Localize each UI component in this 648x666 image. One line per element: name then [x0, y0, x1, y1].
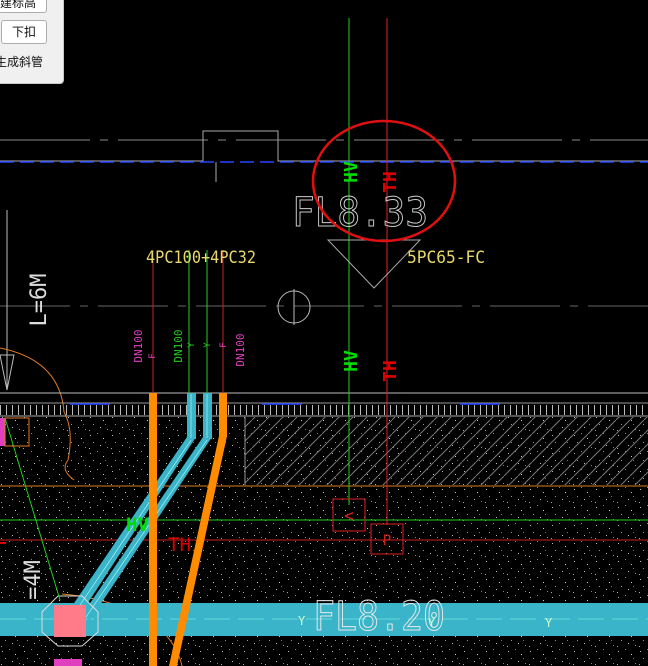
length-label-lower: =4M [21, 560, 46, 600]
pipe-subtag-3: Y [203, 342, 213, 348]
th-riser-box-symbol: P [383, 533, 391, 549]
set-elevation-button[interactable]: 建标高 [0, 0, 47, 13]
pipe-tag-1: DN100 [132, 329, 145, 362]
pipe-tag-3: DN100 [234, 333, 247, 366]
pipe-node-fill [54, 605, 86, 637]
hv-label-top: HV [341, 161, 362, 183]
hv-floor-label: HV [126, 514, 149, 536]
level-top-label: FL8.33 [292, 190, 428, 236]
pipe-line-mark-3: Y [545, 616, 553, 630]
floor-band [0, 392, 648, 417]
pipe-subtag-2: Y [187, 342, 197, 348]
cad-viewport[interactable]: L=6M =4M FL8.33 4PC100+4PC32 5PC65-FC HV… [0, 0, 648, 666]
left-edge-box [0, 418, 5, 446]
length-dimension-upper [0, 210, 15, 391]
pipe-subtag-4: F [219, 342, 229, 347]
pipe-group-left-label: 4PC100+4PC32 [146, 248, 256, 268]
pipe-tag-2: DN100 [172, 329, 185, 362]
hatch-zone [245, 417, 648, 485]
down-button[interactable]: 下扣 [1, 20, 47, 44]
pipe-line-mark-1: Y [298, 614, 306, 628]
cad-drawing-canvas[interactable]: L=6M =4M FL8.33 4PC100+4PC32 5PC65-FC HV… [0, 0, 648, 666]
length-label-upper: L=6M [27, 274, 52, 327]
hv-riser-box-symbol: < [344, 506, 354, 525]
hv-riser-tag: HV [341, 350, 362, 372]
generate-slope-pipe-checkbox[interactable]: 生成斜管 [0, 53, 43, 70]
th-floor-label: TH [168, 534, 191, 556]
pipe-line-mark-2: Y [428, 616, 436, 630]
pipe-subtag-1: F [148, 353, 158, 358]
th-riser-tag: TH [380, 360, 401, 382]
th-label-top: TH [380, 171, 401, 193]
level-bottom-label: FL8.20 [313, 594, 445, 640]
tool-panel: 建标高 下扣 生成斜管 [0, 0, 64, 84]
pipe-group-right-label: 5PC65-FC [407, 248, 485, 268]
